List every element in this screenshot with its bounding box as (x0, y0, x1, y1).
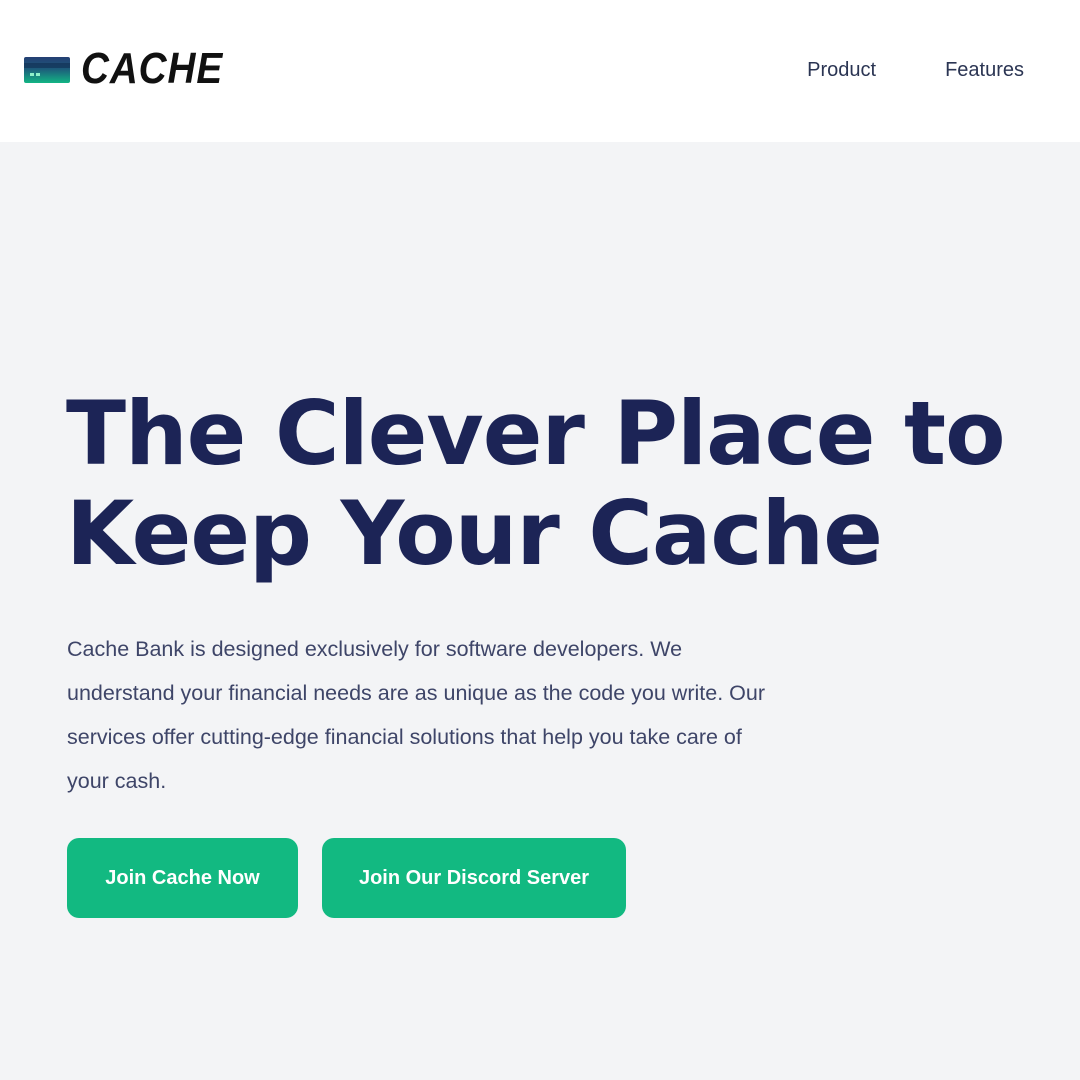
hero-title: The Clever Place to Keep Your Cache (66, 384, 1006, 584)
hero-title-line-2: Keep Your Cache (66, 482, 883, 585)
nav-features-link[interactable]: Features (945, 58, 1024, 82)
main-nav: Product Features (807, 58, 1024, 82)
join-cache-button[interactable]: Join Cache Now (67, 838, 298, 918)
cta-group: Join Cache Now Join Our Discord Server (67, 838, 626, 918)
site-header: CACHE Product Features (0, 0, 1080, 142)
landing-page: CACHE Product Features The Clever Place … (0, 0, 1080, 1080)
hero-description: Cache Bank is designed exclusively for s… (67, 637, 765, 793)
join-discord-button[interactable]: Join Our Discord Server (322, 838, 626, 918)
nav-product-link[interactable]: Product (807, 58, 876, 82)
credit-card-icon (24, 53, 70, 85)
hero-title-line-1: The Clever Place to (66, 382, 1006, 485)
brand-name: CACHE (81, 44, 224, 93)
brand-logo[interactable]: CACHE (24, 47, 242, 91)
